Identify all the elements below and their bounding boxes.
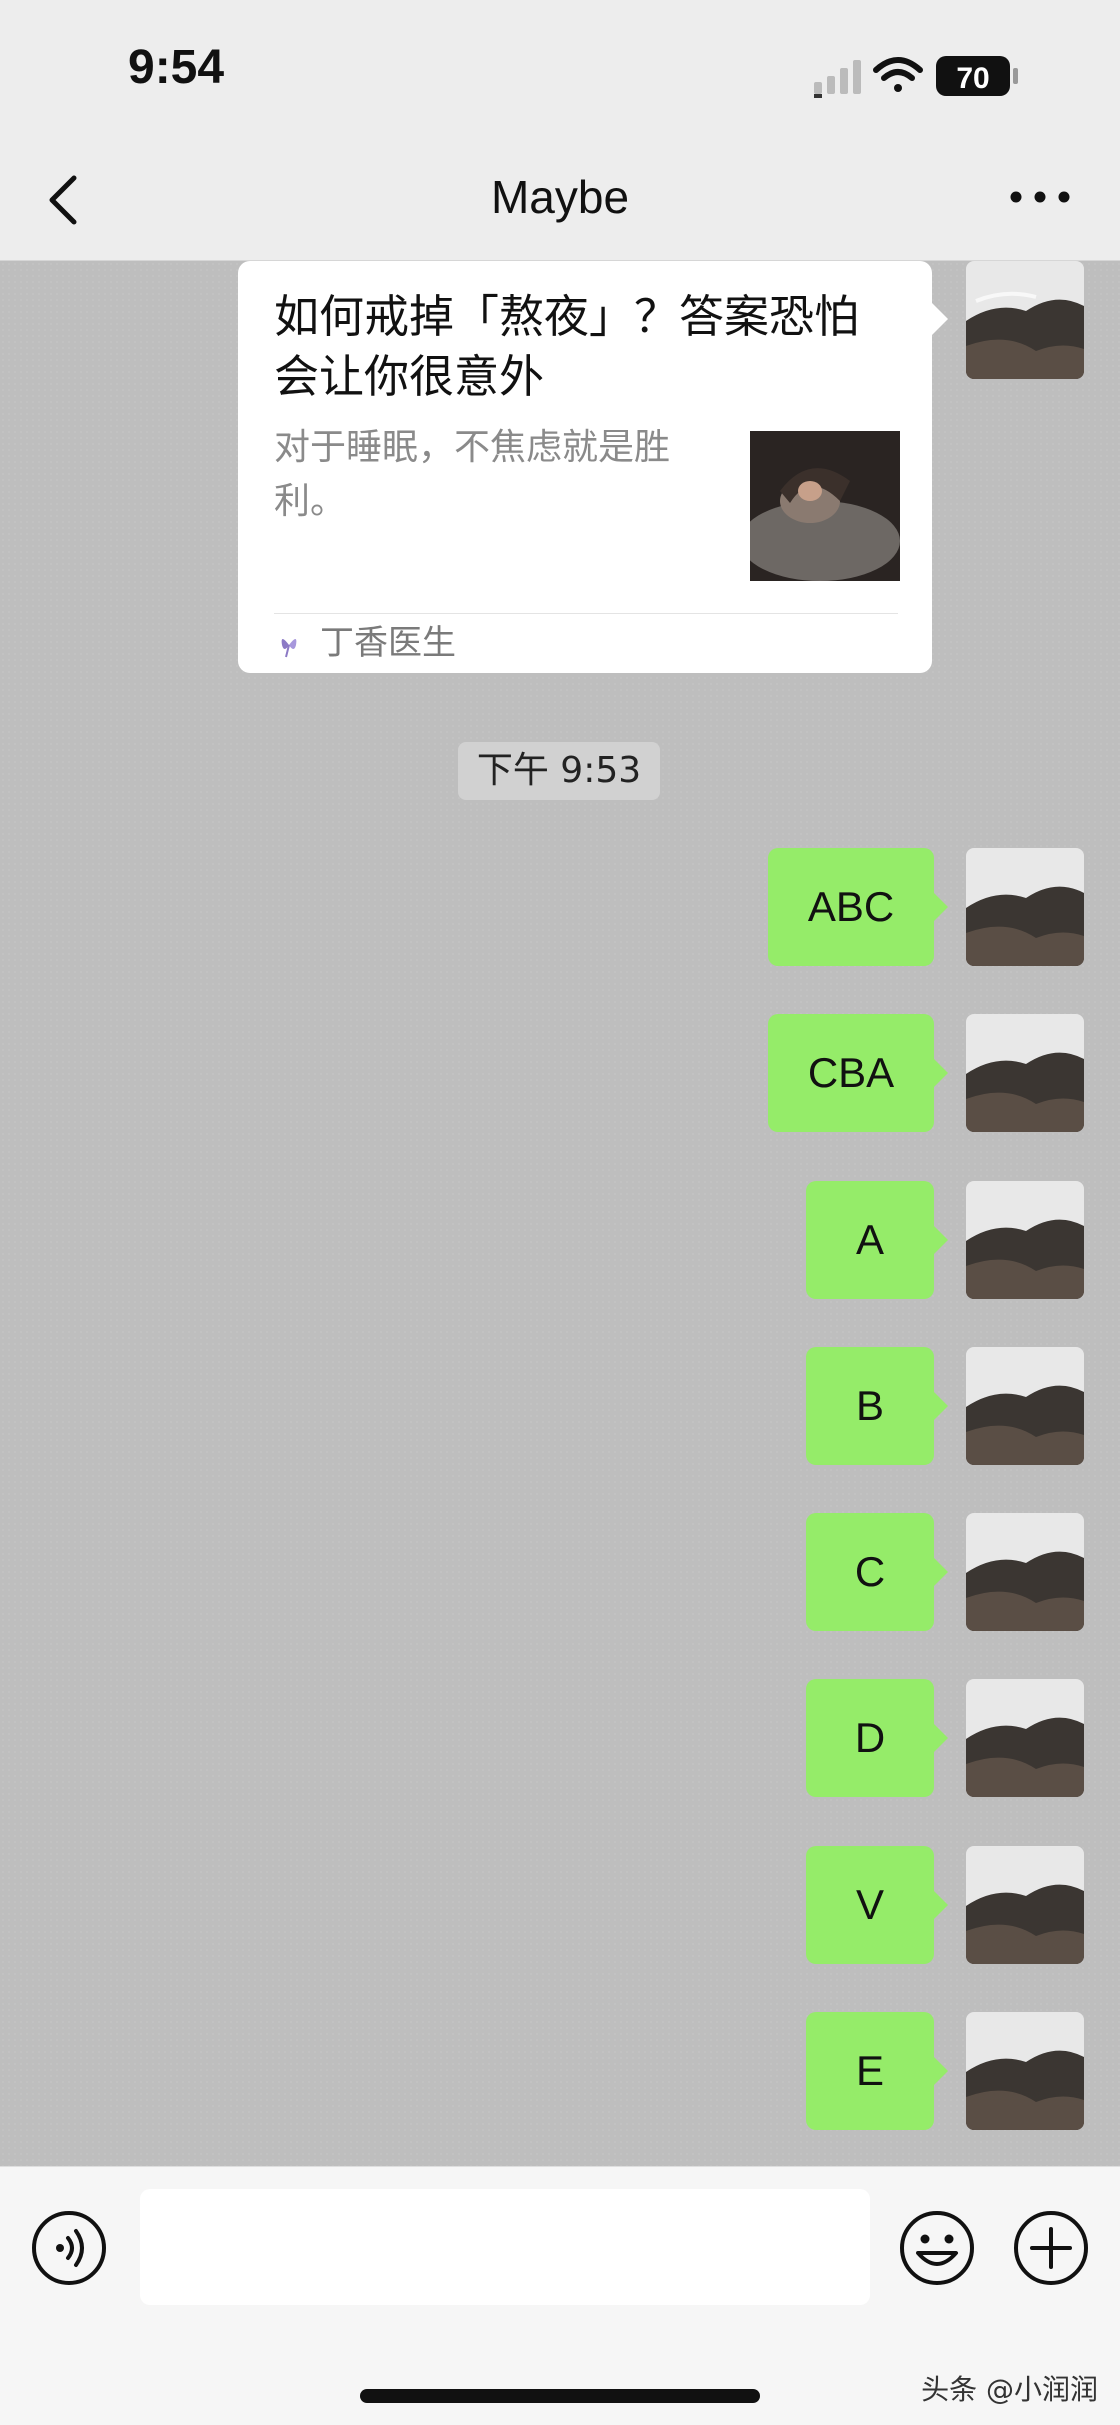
message-bubble[interactable]: V [806,1846,948,1964]
avatar[interactable] [966,261,1084,379]
voice-icon[interactable] [30,2209,108,2287]
cellular-signal-icon [814,60,861,98]
avatar[interactable] [966,1014,1084,1132]
message-bubble[interactable]: B [806,1347,948,1465]
card-divider [274,613,898,614]
message-bubble[interactable]: ABC [768,848,948,966]
status-time: 9:54 [128,41,225,94]
avatar[interactable] [966,1513,1084,1631]
message-input[interactable] [140,2189,870,2305]
avatar[interactable] [966,1679,1084,1797]
battery-level: 70 [956,62,989,95]
plus-icon[interactable] [1012,2209,1090,2287]
battery-icon: 70 [936,56,1018,96]
avatar[interactable] [966,2012,1084,2130]
wifi-icon [873,57,923,92]
watermark: 头条 @小润润 [921,2373,1098,2406]
status-bar: 9:54 70 [0,0,1120,140]
avatar[interactable] [966,1846,1084,1964]
article-thumbnail [750,431,900,581]
message-bubble[interactable]: C [806,1513,948,1631]
status-icons: 70 [814,56,1018,98]
avatar[interactable] [966,848,1084,966]
source-logo-icon [281,639,297,658]
more-icon[interactable] [1008,182,1072,212]
avatar[interactable] [966,1347,1084,1465]
article-title: 如何戒掉「熬夜」？答案恐怕会让你很意外 [274,290,860,403]
chat-title: Maybe [490,171,630,223]
message-bubble[interactable]: E [806,2012,948,2130]
message-bubble[interactable]: CBA [768,1014,948,1132]
article-description: 对于睡眠，不焦虑就是胜利。 [274,427,671,522]
home-indicator [360,2389,760,2403]
article-card[interactable]: 如何戒掉「熬夜」？答案恐怕会让你很意外 对于睡眠，不焦虑就是胜利。 丁香医生 [238,261,948,673]
chat-area[interactable]: 如何戒掉「熬夜」？答案恐怕会让你很意外 对于睡眠，不焦虑就是胜利。 丁香医生 下… [0,261,1120,2166]
message-bubble[interactable]: D [806,1679,948,1797]
message-bubble[interactable]: A [806,1181,948,1299]
article-source: 丁香医生 [320,623,456,663]
emoji-icon[interactable] [898,2209,976,2287]
message-timestamp: 下午 9:53 [458,742,660,800]
avatar[interactable] [966,1181,1084,1299]
navigation-bar: Maybe [0,140,1120,261]
